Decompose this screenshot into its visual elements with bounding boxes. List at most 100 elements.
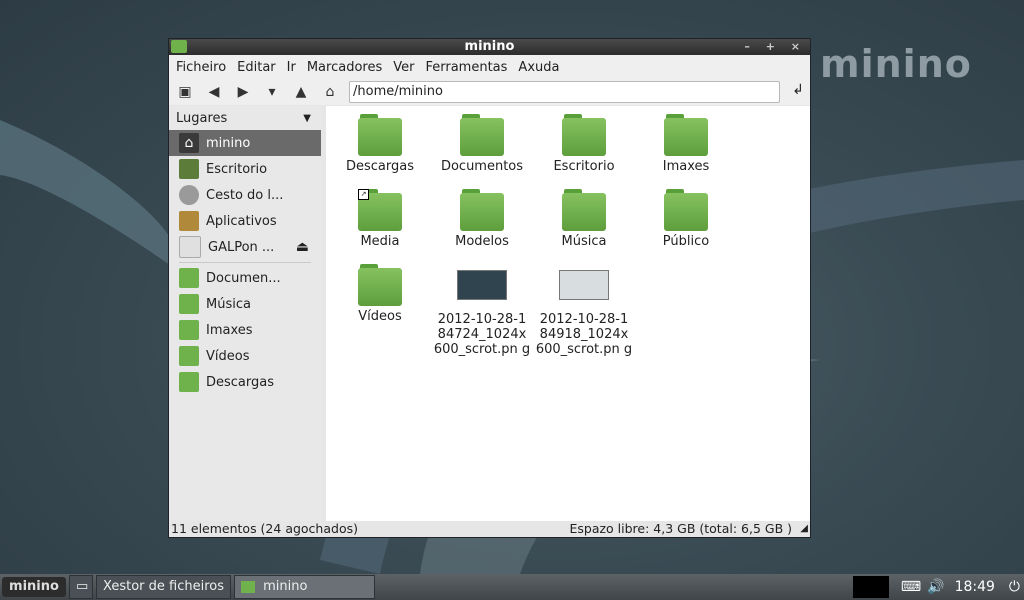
sidebar-item-label: Imaxes xyxy=(206,322,253,338)
folder-icon xyxy=(171,40,187,53)
sidebar-item-desktop[interactable]: Escritorio xyxy=(169,156,321,182)
folder-icon xyxy=(179,372,199,392)
start-menu-button[interactable]: minino xyxy=(2,577,66,597)
keyboard-icon[interactable]: ⌨ xyxy=(901,579,921,595)
sidebar-item-videos[interactable]: Vídeos xyxy=(169,343,321,369)
sidebar-item-music[interactable]: Música xyxy=(169,291,321,317)
folder-icon xyxy=(179,294,199,314)
desktop-icon xyxy=(179,159,199,179)
menu-editar[interactable]: Editar xyxy=(234,60,284,75)
up-button[interactable]: ▲ xyxy=(288,81,314,103)
menu-ver[interactable]: Ver xyxy=(390,60,422,75)
folder-icon xyxy=(664,114,708,156)
statusbar: 11 elementos (24 agochados) Espazo libre… xyxy=(169,521,810,537)
file-item-label: Documentos xyxy=(440,159,524,174)
sidebar-item-pictures[interactable]: Imaxes xyxy=(169,317,321,343)
folder-icon xyxy=(358,264,402,306)
file-manager-window: minino – + × Ficheiro Editar Ir Marcador… xyxy=(169,39,810,537)
trash-icon xyxy=(179,185,199,205)
sidebar-item-applications[interactable]: Aplicativos xyxy=(169,208,321,234)
clock[interactable]: 18:49 xyxy=(955,579,995,595)
sidebar-item-label: GALPon ... xyxy=(208,239,275,255)
folder-icon xyxy=(664,189,708,231)
home-button[interactable]: ⌂ xyxy=(317,81,343,103)
symlink-icon: ↗ xyxy=(358,189,369,200)
file-item-label: Modelos xyxy=(455,234,509,249)
sidebar-divider xyxy=(179,262,311,263)
go-icon[interactable]: ↲ xyxy=(792,82,804,98)
file-item-label: Imaxes xyxy=(662,159,710,174)
show-desktop-button[interactable]: ▭ xyxy=(69,575,93,599)
sidebar-item-label: Escritorio xyxy=(206,161,268,177)
power-icon[interactable]: ⏻ xyxy=(1009,579,1020,595)
file-item-label: 2012-10-28-1 84724_1024x 600_scrot.pn g xyxy=(433,312,531,357)
menu-axuda[interactable]: Axuda xyxy=(515,60,567,75)
folder-icon xyxy=(179,346,199,366)
sidebar-item-trash[interactable]: Cesto do l... xyxy=(169,182,321,208)
file-item-label: Música xyxy=(561,234,607,249)
file-item-label: Público xyxy=(662,234,710,249)
back-button[interactable]: ◀ xyxy=(201,81,227,103)
sidebar-item-home[interactable]: ⌂ minino xyxy=(169,130,321,156)
folder-icon xyxy=(460,114,504,156)
brand-logo: minino xyxy=(820,42,972,86)
file-item-folder[interactable]: Imaxes xyxy=(636,114,736,174)
sidebar-item-downloads[interactable]: Descargas xyxy=(169,369,321,395)
sidebar-item-drive[interactable]: GALPon ... ⏏ xyxy=(169,234,321,260)
file-item-folder[interactable]: Música xyxy=(534,189,634,249)
folder-icon xyxy=(460,189,504,231)
file-item-label: Vídeos xyxy=(358,309,402,324)
file-item-label: 2012-10-28-1 84918_1024x 600_scrot.pn g xyxy=(535,312,633,357)
applications-icon xyxy=(179,211,199,231)
forward-button[interactable]: ▶ xyxy=(230,81,256,103)
menu-ferramentas[interactable]: Ferramentas xyxy=(422,60,515,75)
file-item-folder[interactable]: Descargas xyxy=(330,114,430,174)
symlink-folder-icon: ↗ xyxy=(358,189,402,231)
resize-grip-icon[interactable]: ◢ xyxy=(800,521,808,537)
folder-icon xyxy=(179,268,199,288)
chevron-down-icon[interactable]: ▼ xyxy=(303,113,311,124)
folder-icon xyxy=(240,580,255,593)
window-titlebar[interactable]: minino – + × xyxy=(169,39,810,55)
folder-icon xyxy=(358,114,402,156)
file-item-folder[interactable]: ↗ Media xyxy=(330,189,430,249)
file-item-image[interactable]: 2012-10-28-1 84724_1024x 600_scrot.pn g xyxy=(432,270,532,357)
sidebar-title: Lugares xyxy=(176,110,228,126)
menu-ir[interactable]: Ir xyxy=(284,60,304,75)
file-item-folder[interactable]: Modelos xyxy=(432,189,532,249)
window-title: minino xyxy=(464,39,515,54)
file-item-folder[interactable]: Público xyxy=(636,189,736,249)
window-controls[interactable]: – + × xyxy=(744,39,806,55)
sidebar-header[interactable]: Lugares ▼ xyxy=(169,106,321,130)
file-item-image[interactable]: 2012-10-28-1 84918_1024x 600_scrot.pn g xyxy=(534,270,634,357)
sidebar-item-documents[interactable]: Documen... xyxy=(169,265,321,291)
eject-icon[interactable]: ⏏ xyxy=(296,239,309,255)
file-view: Descargas Documentos Escritorio Imaxes ↗… xyxy=(326,106,810,521)
system-tray: ⌨ 🔊 18:49 ⏻ xyxy=(852,574,1024,600)
new-window-button[interactable]: ▣ xyxy=(172,81,198,103)
path-input[interactable]: /home/minino xyxy=(349,81,780,103)
task-file-manager[interactable]: Xestor de ficheiros xyxy=(96,575,231,599)
sidebar-item-label: minino xyxy=(206,135,251,151)
file-item-folder[interactable]: Vídeos xyxy=(330,264,430,324)
sidebar-item-label: Vídeos xyxy=(206,348,250,364)
file-item-label: Escritorio xyxy=(553,159,615,174)
task-label: minino xyxy=(263,579,308,594)
status-item-count: 11 elementos (24 agochados) xyxy=(171,521,358,536)
sidebar-item-label: Cesto do l... xyxy=(206,187,284,203)
sidebar-item-label: Música xyxy=(206,296,251,312)
menu-marcadores[interactable]: Marcadores xyxy=(304,60,390,75)
folder-icon xyxy=(179,320,199,340)
history-dropdown-button[interactable]: ▾ xyxy=(259,81,285,103)
home-icon: ⌂ xyxy=(179,133,199,153)
taskbar: minino ▭ Xestor de ficheiros minino ⌨ 🔊 … xyxy=(0,574,1024,600)
task-minino[interactable]: minino xyxy=(233,575,375,599)
drive-icon xyxy=(179,236,201,258)
toolbar: ▣ ◀ ▶ ▾ ▲ ⌂ /home/minino ↲ xyxy=(169,79,810,105)
volume-icon[interactable]: 🔊 xyxy=(927,579,944,595)
sidebar-item-label: Aplicativos xyxy=(206,213,277,229)
file-item-folder[interactable]: Escritorio xyxy=(534,114,634,174)
menu-ficheiro[interactable]: Ficheiro xyxy=(173,60,234,75)
file-item-folder[interactable]: Documentos xyxy=(432,114,532,174)
file-item-label: Descargas xyxy=(345,159,414,174)
